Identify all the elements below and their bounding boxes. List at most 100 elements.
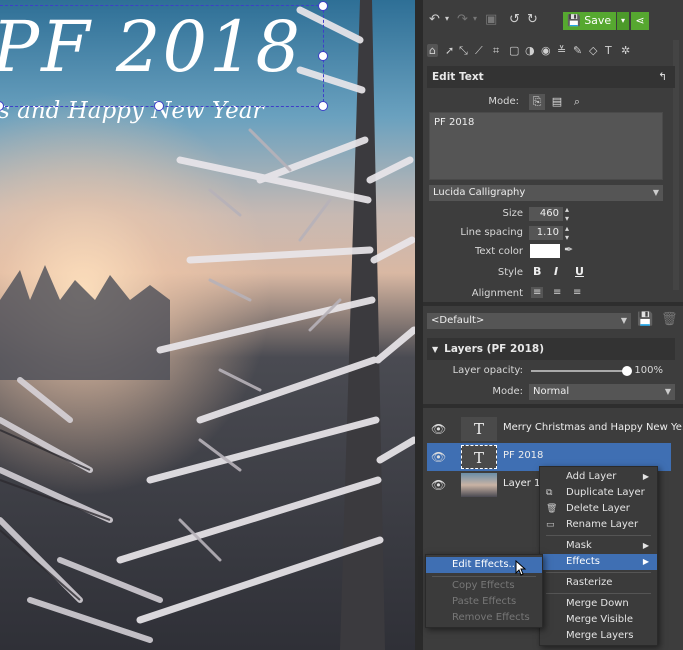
undo-dropdown-icon[interactable]: ▾	[445, 14, 449, 23]
menu-item-mask[interactable]: Mask ▶	[540, 538, 657, 554]
line-spacing-stepper-icon[interactable]: ▴ ▾	[565, 224, 569, 242]
eye-icon[interactable]: 👁	[431, 478, 446, 492]
menu-item-label: Rasterize	[566, 577, 613, 588]
share-icon[interactable]: ⋖	[631, 12, 649, 30]
text-tool-icon[interactable]: T	[605, 44, 612, 57]
save-preset-icon[interactable]: 💾	[637, 312, 653, 327]
rotate-right-icon[interactable]: ↻	[527, 12, 538, 27]
select-arrow-icon[interactable]: ➚	[445, 44, 454, 57]
align-left-icon[interactable]: ≡	[531, 287, 544, 298]
resize-handle-top-right[interactable]	[318, 1, 328, 11]
menu-item-delete-layer[interactable]: 🗑 Delete Layer	[540, 501, 657, 517]
collapse-icon[interactable]: ▼	[432, 345, 438, 354]
photo-canvas[interactable]: PF 2018 s and Happy New Year	[0, 0, 415, 650]
menu-item-label: Merge Layers	[566, 630, 634, 641]
menu-item-label: Merge Down	[566, 598, 629, 609]
mode-path-text-icon[interactable]: ⌕	[569, 94, 585, 110]
mode-label: Mode:	[488, 96, 519, 107]
bold-button[interactable]: B	[533, 265, 541, 278]
blend-mode-select[interactable]: Normal ▼	[529, 384, 675, 400]
menu-item-rasterize[interactable]: Rasterize	[540, 575, 657, 591]
save-dropdown-icon[interactable]: ▾	[617, 12, 629, 30]
save-button-label: Save	[584, 14, 612, 27]
rename-icon: ▭	[546, 520, 555, 530]
text-color-swatch[interactable]	[530, 244, 560, 258]
eye-tool-icon[interactable]: ◉	[541, 44, 551, 57]
italic-button[interactable]: I	[554, 265, 558, 278]
chevron-down-icon: ▼	[652, 188, 659, 197]
menu-item-paste-effects[interactable]: Paste Effects	[426, 594, 542, 610]
preset-select[interactable]: <Default> ▼	[427, 313, 631, 329]
layer-name: Layer 1	[503, 478, 541, 489]
font-select[interactable]: Lucida Calligraphy ▼	[429, 185, 663, 201]
align-center-icon[interactable]: ≡	[553, 287, 561, 298]
line-spacing-input[interactable]: 1.10	[529, 226, 563, 240]
size-label: Size	[502, 208, 523, 219]
layer-opacity-slider-knob[interactable]	[622, 366, 632, 376]
menu-item-label: Paste Effects	[452, 596, 517, 607]
chevron-down-icon: ▼	[620, 316, 627, 325]
home-icon[interactable]: ⌂	[427, 44, 438, 57]
size-stepper-icon[interactable]: ▴ ▾	[565, 205, 569, 223]
layer-row[interactable]: 👁 T Merry Christmas and Happy New Ye...	[427, 415, 683, 443]
rotate-left-icon[interactable]: ↺	[509, 12, 520, 27]
crop-icon[interactable]: ⌗	[493, 44, 499, 58]
menu-separator	[432, 576, 536, 577]
frame-icon[interactable]: ▢	[509, 44, 519, 57]
effects-tool-icon[interactable]: ✲	[621, 44, 630, 57]
chevron-right-icon: ▶	[642, 541, 649, 550]
resize-handle-bottom-middle[interactable]	[154, 101, 164, 111]
eye-icon[interactable]: 👁	[431, 422, 446, 436]
redo-dropdown-icon[interactable]: ▾	[473, 14, 477, 23]
redo-icon[interactable]: ↷	[457, 12, 468, 27]
trash-icon: 🗑	[546, 504, 558, 514]
layer-opacity-label: Layer opacity:	[452, 365, 523, 376]
menu-item-merge-layers[interactable]: Merge Layers	[540, 628, 657, 644]
menu-item-copy-effects[interactable]: Copy Effects	[426, 578, 542, 594]
resize-handle-right-middle[interactable]	[318, 51, 328, 61]
panel-divider[interactable]	[415, 0, 423, 650]
menu-item-add-layer[interactable]: Add Layer ▶	[540, 469, 657, 485]
transform-icon[interactable]: ⤡	[459, 44, 468, 58]
shape-icon[interactable]: ◇	[589, 44, 597, 57]
undo-icon[interactable]: ↶	[429, 12, 440, 27]
text-selection-box[interactable]	[0, 5, 324, 107]
back-icon[interactable]: ↰	[658, 66, 667, 88]
mode-point-text-icon[interactable]: ⎘	[529, 94, 545, 110]
chevron-down-icon: ▼	[664, 387, 671, 396]
menu-item-merge-down[interactable]: Merge Down	[540, 596, 657, 612]
history-icon[interactable]: ▣	[485, 12, 497, 27]
menu-item-label: Rename Layer	[566, 519, 639, 530]
layer-opacity-slider[interactable]	[531, 366, 632, 376]
menu-item-label: Add Layer	[566, 471, 617, 482]
menu-separator	[546, 535, 651, 536]
menu-item-label: Delete Layer	[566, 503, 630, 514]
text-color-label: Text color	[474, 246, 523, 257]
menu-item-label: Remove Effects	[452, 612, 530, 623]
menu-item-effects[interactable]: Effects ▶	[540, 554, 657, 570]
menu-item-rename-layer[interactable]: ▭ Rename Layer	[540, 517, 657, 533]
layer-opacity-value: 100%	[634, 365, 663, 376]
menu-item-remove-effects[interactable]: Remove Effects	[426, 610, 542, 626]
adjust-icon[interactable]: ◑	[525, 44, 535, 57]
mode-paragraph-icon[interactable]: ▤	[549, 94, 565, 110]
brush-icon[interactable]: ✎	[573, 44, 582, 57]
line-spacing-label: Line spacing	[460, 227, 523, 238]
delete-preset-icon[interactable]: 🗑	[661, 312, 678, 327]
menu-item-merge-visible[interactable]: Merge Visible	[540, 612, 657, 628]
menu-item-duplicate-layer[interactable]: ⧉ Duplicate Layer	[540, 485, 657, 501]
underline-button[interactable]: U	[575, 265, 584, 278]
menu-item-label: Mask	[566, 540, 592, 551]
resize-handle-bottom-right[interactable]	[318, 101, 328, 111]
layers-header[interactable]: ▼ Layers (PF 2018)	[427, 338, 675, 360]
levels-icon[interactable]: ≚	[557, 44, 566, 57]
text-content-field[interactable]: PF 2018	[429, 112, 663, 180]
eye-icon[interactable]: 👁	[431, 450, 446, 464]
size-input[interactable]: 460	[529, 207, 563, 221]
eyedropper-icon[interactable]: ✒	[564, 243, 573, 256]
duplicate-icon: ⧉	[546, 488, 553, 498]
align-right-icon[interactable]: ≡	[573, 287, 581, 298]
save-button[interactable]: 💾 Save	[563, 12, 616, 30]
perspective-icon[interactable]: ⟋	[475, 44, 483, 58]
alignment-label: Alignment	[471, 288, 523, 299]
